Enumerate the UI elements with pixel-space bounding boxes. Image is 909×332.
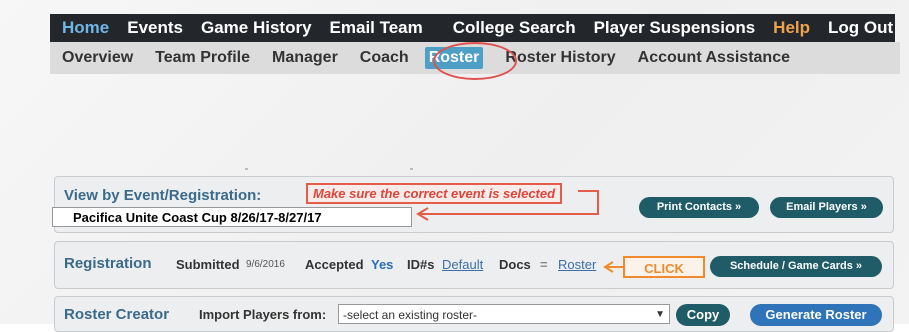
red-arrow-line [420, 190, 599, 215]
annotation-arrows [416, 190, 623, 273]
